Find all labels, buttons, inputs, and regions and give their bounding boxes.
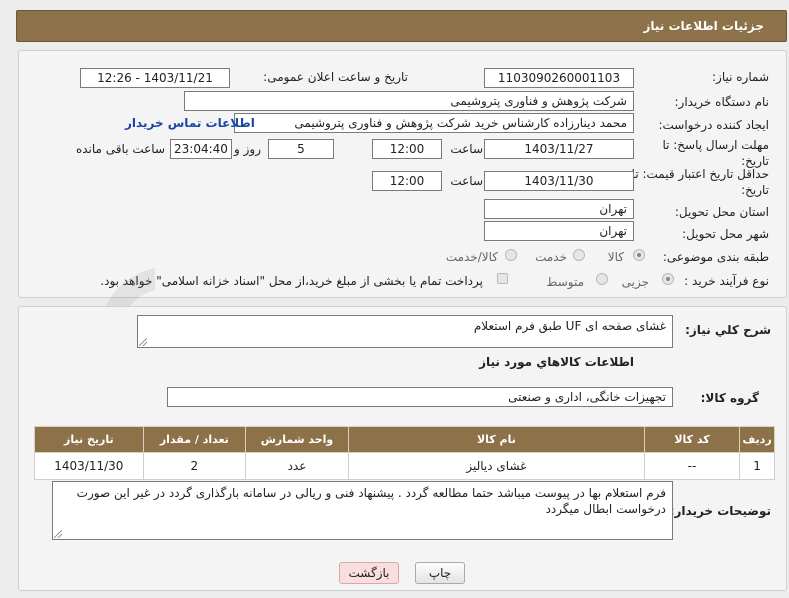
col-name: نام کالا <box>347 426 645 453</box>
description-label: شرح کلي نياز: <box>685 323 771 337</box>
cell-quantity: 2 <box>142 452 247 480</box>
col-code: کد کالا <box>643 426 741 453</box>
remaining-label: ساعت باقی مانده <box>75 142 165 156</box>
validity-label: حداقل تاریخ اعتبار قیمت: تا تاریخ: <box>631 167 769 197</box>
cell-name: غشای دیالیز <box>347 452 645 480</box>
validity-time-label: ساعت <box>450 174 483 188</box>
days-label: روز و <box>234 142 261 156</box>
cell-code: -- <box>643 452 741 480</box>
items-table: ردیف کد کالا نام کالا واحد شمارش تعداد /… <box>34 426 775 480</box>
buyer-notes-label: توضیحات خریدار: <box>669 504 771 518</box>
creator-field: محمد دینارزاده کارشناس خرید شرکت پژوهش و… <box>234 113 634 133</box>
purchase-radio-medium[interactable] <box>596 273 608 285</box>
goods-group-field: تجهیزات خانگی، اداری و صنعتی <box>167 387 673 407</box>
buyer-org-field: شرکت پژوهش و فناوری پتروشیمی <box>184 91 634 111</box>
print-button[interactable]: چاپ <box>415 562 465 584</box>
cell-need-date: 1403/11/30 <box>34 452 144 480</box>
purchase-type-label: نوع فرآیند خرید : <box>684 274 769 288</box>
goods-info-title: اطلاعات كالاهاي مورد نياز <box>479 355 634 369</box>
deadline-time-field: 12:00 <box>372 139 442 159</box>
page-title: جزئیات اطلاعات نیاز <box>643 19 764 33</box>
page-header: جزئیات اطلاعات نیاز <box>16 10 787 42</box>
deadline-date-field: 1403/11/27 <box>484 139 634 159</box>
buyer-notes-resize-handle[interactable] <box>54 530 62 538</box>
col-unit: واحد شمارش <box>245 426 349 453</box>
col-need-date: تاریخ نیاز <box>34 426 144 453</box>
announce-label: تاریخ و ساعت اعلان عمومی: <box>263 70 408 84</box>
need-number-label: شماره نیاز: <box>712 70 769 84</box>
cell-unit: عدد <box>245 452 349 480</box>
category-label: طبقه بندی موضوعی: <box>662 250 769 264</box>
city-field: تهران <box>484 221 634 241</box>
validity-date-field: 1403/11/30 <box>484 171 634 191</box>
category-radio-goods-service[interactable] <box>505 249 517 261</box>
category-option-goods-service: کالا/خدمت <box>445 250 498 264</box>
back-button[interactable]: بازگشت <box>339 562 399 584</box>
buyer-contact-link[interactable]: اطلاعات تماس خریدار <box>125 116 255 130</box>
purchase-option-minor: جزیی <box>621 275 649 289</box>
col-row: ردیف <box>739 426 775 453</box>
remaining-time-field: 23:04:40 <box>170 139 232 159</box>
announce-field: 1403/11/21 - 12:26 <box>80 68 230 88</box>
creator-label: ایجاد کننده درخواست: <box>658 118 769 132</box>
deadline-label: مهلت ارسال پاسخ: تا تاریخ: <box>662 138 769 168</box>
description-field: غشای صفحه ای UF طبق فرم استعلام <box>137 315 673 348</box>
need-number-field: 1103090260001103 <box>484 68 634 88</box>
province-field: تهران <box>484 199 634 219</box>
days-field: 5 <box>268 139 334 159</box>
treasury-payment-note: پرداخت تمام یا بخشی از مبلغ خرید،از محل … <box>100 274 483 288</box>
buyer-notes-field: فرم استعلام بها در پیوست میباشد حتما مطا… <box>52 481 673 540</box>
description-resize-handle[interactable] <box>139 338 147 346</box>
purchase-option-medium: متوسط <box>546 275 584 289</box>
city-label: شهر محل تحویل: <box>682 227 769 241</box>
category-radio-service[interactable] <box>573 249 585 261</box>
province-label: استان محل تحویل: <box>674 205 769 219</box>
cell-row: 1 <box>739 452 775 480</box>
treasury-payment-checkbox[interactable] <box>497 273 508 284</box>
category-option-service: خدمت <box>535 250 567 264</box>
col-quantity: تعداد / مقدار <box>142 426 247 453</box>
category-radio-goods[interactable] <box>633 249 645 261</box>
validity-time-field: 12:00 <box>372 171 442 191</box>
purchase-radio-minor[interactable] <box>662 273 674 285</box>
category-option-goods: کالا <box>607 250 624 264</box>
deadline-time-label: ساعت <box>450 142 483 156</box>
items-table-header: ردیف کد کالا نام کالا واحد شمارش تعداد /… <box>34 426 775 453</box>
buyer-org-label: نام دستگاه خریدار: <box>674 95 770 109</box>
table-row: 1 -- غشای دیالیز عدد 2 1403/11/30 <box>34 452 775 480</box>
goods-group-label: گروه کالا: <box>700 391 759 405</box>
